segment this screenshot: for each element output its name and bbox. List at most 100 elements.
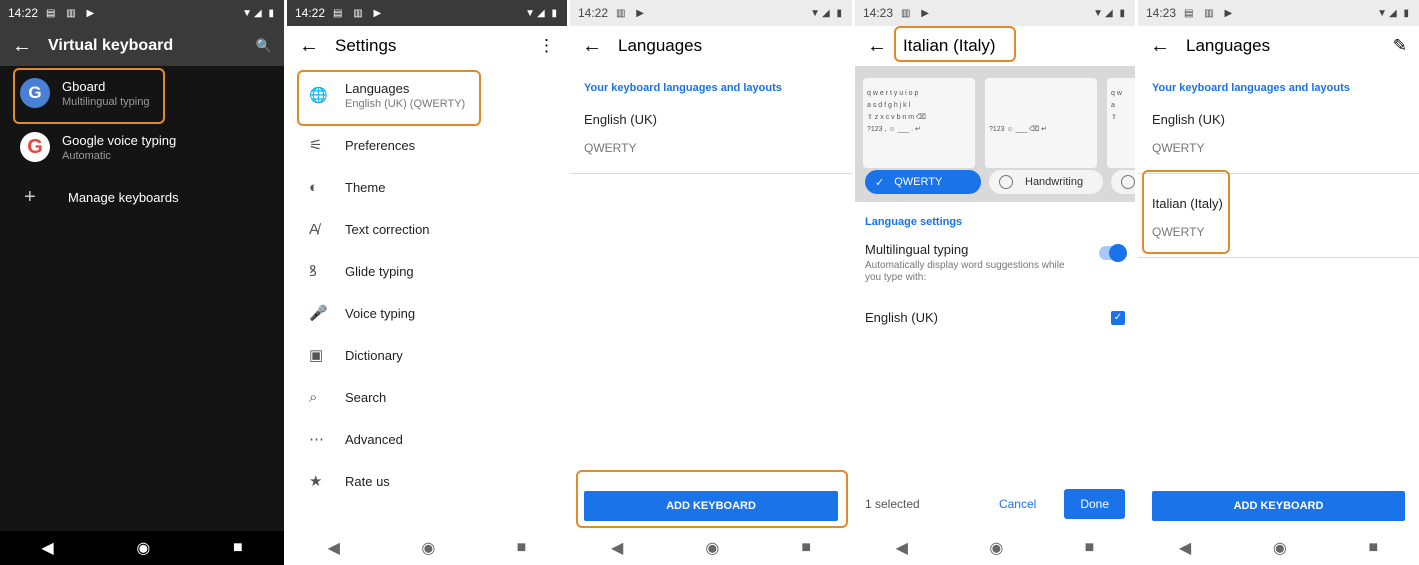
settings-item-label: Dictionary	[345, 347, 403, 363]
language-layout: QWERTY	[1152, 225, 1205, 239]
multilingual-toggle[interactable]	[1099, 244, 1127, 262]
page-title: Virtual keyboard	[48, 37, 174, 54]
nav-home-icon[interactable]: ◉	[421, 538, 435, 558]
nav-bar: ◀ ◉ ■	[855, 531, 1135, 565]
keyboard-item-gboard[interactable]: G Gboard Multilingual typing	[0, 66, 284, 120]
nav-bar: ◀ ◉ ■	[287, 531, 567, 565]
section-header: Your keyboard languages and layouts	[584, 82, 782, 94]
manage-keyboards-label: Manage keyboards	[68, 189, 179, 205]
page-title: Languages	[618, 36, 703, 55]
radio-icon	[999, 175, 1013, 189]
divider	[570, 173, 852, 174]
app-bar: ← Italian (Italy)	[855, 26, 1135, 66]
multilingual-typing-row[interactable]: Multilingual typing Automatically displa…	[855, 236, 1135, 290]
done-button[interactable]: Done	[1064, 489, 1125, 519]
settings-item-search[interactable]: ⌕ Search	[287, 376, 567, 418]
nav-home-icon[interactable]: ◉	[136, 538, 150, 558]
nav-back-icon[interactable]: ◀	[1179, 538, 1191, 558]
language-layout: QWERTY	[584, 141, 637, 155]
app-bar: ← Languages	[570, 26, 852, 66]
nav-recent-icon[interactable]: ■	[233, 539, 243, 557]
search-icon[interactable]: 🔍	[248, 38, 272, 54]
qwerty-layout-preview[interactable]: q w e r t y u i o pa s d f g h j k l ⇧ z …	[863, 78, 975, 168]
app-bar: ← Settings ⋮	[287, 26, 567, 66]
settings-item-advanced[interactable]: ⋯ Advanced	[287, 418, 567, 460]
notification-icons: ▥ ▶	[616, 7, 648, 19]
signal-battery-icons: ▼◢ ▮	[242, 7, 276, 19]
nav-recent-icon[interactable]: ■	[1085, 539, 1095, 557]
edit-pencil-icon[interactable]: ✎	[1383, 36, 1407, 56]
section-header: Your keyboard languages and layouts	[1152, 82, 1350, 94]
tune-icon: ⚟	[309, 137, 323, 154]
chip-label: Handwriting	[1025, 176, 1084, 188]
english-checkbox[interactable]: ✓	[1111, 310, 1125, 325]
nav-back-icon[interactable]: ◀	[328, 538, 340, 558]
language-item-italian[interactable]: Italian (Italy) QWERTY	[1138, 178, 1419, 253]
more-options-icon[interactable]: ⋮	[531, 36, 555, 56]
settings-item-label: Languages	[345, 80, 410, 96]
chip-label: QWERTY	[894, 176, 943, 188]
settings-item-rate-us[interactable]: ★ Rate us	[287, 460, 567, 502]
layout-chip-partial[interactable]	[1111, 170, 1135, 194]
status-time: 14:22	[8, 6, 39, 20]
status-time: 14:23	[863, 6, 894, 20]
layout-chip-handwriting[interactable]: Handwriting	[989, 170, 1103, 194]
settings-item-label: Search	[345, 389, 387, 405]
settings-item-languages[interactable]: 🌐 Languages English (UK) (QWERTY)	[287, 66, 567, 124]
english-uk-row[interactable]: English (UK) ✓	[855, 304, 1135, 331]
nav-back-icon[interactable]: ◀	[41, 538, 53, 558]
settings-item-voice-typing[interactable]: 🎤 Voice typing	[287, 292, 567, 334]
language-name: Italian (Italy)	[1152, 196, 1223, 211]
settings-item-dictionary[interactable]: ▣ Dictionary	[287, 334, 567, 376]
language-name: English (UK)	[1152, 112, 1225, 127]
italian-settings-screen: 14:23 ▥ ▶ ▼◢ ▮ ← Italian (Italy) q w e r…	[855, 0, 1135, 565]
back-arrow-icon[interactable]: ←	[1150, 35, 1186, 58]
bottom-action-bar: 1 selected Cancel Done	[855, 488, 1135, 520]
settings-item-theme[interactable]: ◐ Theme	[287, 166, 567, 208]
settings-item-label: Text correction	[345, 221, 430, 237]
nav-back-icon[interactable]: ◀	[611, 538, 623, 558]
partial-layout-preview[interactable]: q w a ⇧	[1107, 78, 1135, 168]
settings-item-preferences[interactable]: ⚟ Preferences	[287, 124, 567, 166]
language-name: English (UK)	[584, 112, 657, 127]
radio-icon	[1121, 175, 1135, 189]
more-horizontal-icon: ⋯	[309, 431, 324, 448]
nav-home-icon[interactable]: ◉	[989, 538, 1003, 558]
status-bar: 14:23 ▤ ▥ ▶ ▼◢ ▮	[1138, 0, 1419, 26]
virtual-keyboard-screen: 14:22 ▤ ▥ ▶ ▼◢ ▮ ← Virtual keyboard 🔍 G …	[0, 0, 284, 565]
back-arrow-icon[interactable]: ←	[582, 35, 618, 58]
manage-keyboards-item[interactable]: + Manage keyboards	[0, 174, 284, 220]
settings-item-label: Theme	[345, 179, 386, 195]
layout-chip-qwerty[interactable]: ✓ QWERTY	[865, 170, 981, 194]
google-icon: G	[20, 132, 50, 162]
star-icon: ★	[309, 473, 323, 490]
nav-bar: ◀ ◉ ■	[1138, 531, 1419, 565]
nav-bar: ◀ ◉ ■	[0, 531, 284, 565]
nav-home-icon[interactable]: ◉	[1273, 538, 1287, 558]
back-arrow-icon[interactable]: ←	[12, 35, 48, 58]
dictionary-icon: ▣	[309, 347, 324, 364]
settings-item-label: Rate us	[345, 473, 390, 489]
cancel-button[interactable]: Cancel	[999, 497, 1036, 511]
nav-recent-icon[interactable]: ■	[517, 539, 527, 557]
settings-item-glide-typing[interactable]: ꝸ Glide typing	[287, 250, 567, 292]
settings-item-text-correction[interactable]: A̸ Text correction	[287, 208, 567, 250]
add-keyboard-button[interactable]: ADD KEYBOARD	[1152, 491, 1405, 521]
language-item-english[interactable]: English (UK) QWERTY	[570, 104, 852, 169]
app-bar: ← Languages ✎	[1138, 26, 1419, 66]
glide-icon: ꝸ	[309, 263, 317, 280]
keyboard-item-google-voice[interactable]: G Google voice typing Automatic	[0, 120, 284, 174]
back-arrow-icon[interactable]: ←	[299, 35, 335, 58]
gboard-icon: G	[20, 78, 50, 108]
language-item-english[interactable]: English (UK) QWERTY	[1138, 104, 1419, 169]
selected-count: 1 selected	[865, 497, 920, 511]
nav-back-icon[interactable]: ◀	[896, 538, 908, 558]
notification-icons: ▥ ▶	[901, 7, 933, 19]
add-keyboard-button[interactable]: ADD KEYBOARD	[584, 491, 838, 521]
nav-home-icon[interactable]: ◉	[705, 538, 719, 558]
handwriting-layout-preview[interactable]: ?123 ☺ ___ ⌫ ↵	[985, 78, 1097, 168]
nav-recent-icon[interactable]: ■	[1368, 539, 1378, 557]
notification-icons: ▤ ▥ ▶	[46, 7, 99, 19]
nav-recent-icon[interactable]: ■	[801, 539, 811, 557]
back-arrow-icon[interactable]: ←	[867, 35, 903, 58]
